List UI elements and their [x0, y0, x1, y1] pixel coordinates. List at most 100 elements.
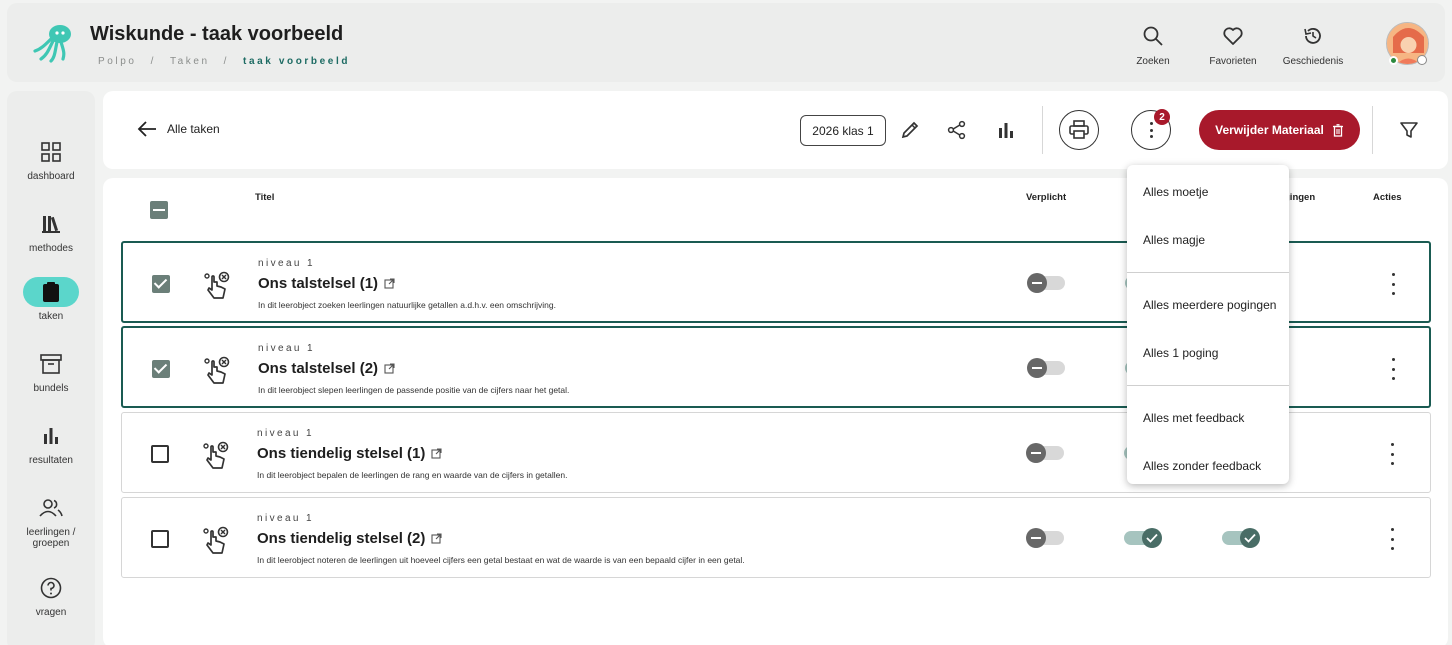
avatar-settings-icon[interactable] [1417, 55, 1427, 65]
row-actions-icon[interactable] [1389, 273, 1397, 295]
task-description: In dit leerobject bepalen de leerlingen … [257, 470, 568, 480]
statistics-button[interactable] [994, 118, 1018, 142]
interactive-exercise-icon [204, 271, 230, 299]
sidebar: dashboard methodes taken bundels resulta… [7, 91, 95, 645]
back-link[interactable]: Alle taken [137, 121, 220, 137]
column-header-actions: Acties [1373, 192, 1402, 203]
history-button[interactable]: Geschiedenis [1273, 25, 1353, 67]
external-link-icon[interactable] [431, 448, 442, 459]
task-description: In dit leerobject slepen leerlingen de p… [258, 385, 570, 395]
clipboard-icon [43, 282, 59, 302]
required-toggle[interactable] [1027, 358, 1065, 378]
external-link-icon[interactable] [431, 533, 442, 544]
top-bar: Wiskunde - taak voorbeeld Polpo / Taken / ta… [7, 3, 1445, 82]
task-description: In dit leerobject noteren de leerlingen … [257, 555, 745, 565]
sidebar-item-taken[interactable]: taken [7, 277, 95, 322]
kebab-icon [1147, 122, 1155, 138]
search-icon [1143, 26, 1163, 46]
menu-item-alles-magje[interactable]: Alles magje [1143, 233, 1205, 247]
menu-item-alles-moetje[interactable]: Alles moetje [1143, 185, 1208, 199]
external-link-icon[interactable] [384, 278, 395, 289]
toolbar: Alle taken 2026 klas 1 2 Verwijder Mater… [103, 91, 1448, 169]
interactive-exercise-icon [203, 441, 229, 469]
share-icon [947, 120, 966, 140]
check-icon [1146, 533, 1158, 543]
search-button[interactable]: Zoeken [1113, 25, 1193, 67]
level-label: niveau 1 [258, 258, 316, 269]
task-title[interactable]: Ons tiendelig stelsel (1) [257, 445, 442, 462]
interactive-exercise-icon [203, 526, 229, 554]
delete-material-button[interactable]: Verwijder Materiaal [1199, 110, 1360, 150]
task-title[interactable]: Ons tiendelig stelsel (2) [257, 530, 442, 547]
favorites-button[interactable]: Favorieten [1193, 25, 1273, 67]
level-label: niveau 1 [258, 343, 316, 354]
task-title[interactable]: Ons talstelsel (2) [258, 360, 395, 377]
menu-divider [1127, 385, 1289, 386]
row-checkbox[interactable] [152, 360, 170, 378]
sidebar-item-bundels[interactable]: bundels [7, 349, 95, 394]
row-checkbox[interactable] [152, 275, 170, 293]
trash-icon [1332, 123, 1343, 137]
task-title[interactable]: Ons talstelsel (1) [258, 275, 395, 292]
history-icon [1304, 28, 1321, 44]
users-icon [39, 499, 63, 517]
level-label: niveau 1 [257, 428, 315, 439]
attempts-toggle[interactable] [1124, 528, 1162, 548]
external-link-icon[interactable] [384, 363, 395, 374]
class-chip[interactable]: 2026 klas 1 [800, 115, 886, 146]
breadcrumb-taken[interactable]: Taken [170, 56, 210, 67]
online-status-icon [1389, 56, 1398, 65]
required-toggle[interactable] [1027, 273, 1065, 293]
sidebar-item-vragen[interactable]: vragen [7, 573, 95, 618]
sidebar-item-dashboard[interactable]: dashboard [7, 137, 95, 182]
column-header-title[interactable]: Titel [255, 192, 274, 203]
arrow-left-icon [137, 121, 156, 137]
level-label: niveau 1 [257, 513, 315, 524]
column-header-required[interactable]: Verplicht [1026, 192, 1066, 203]
heart-icon [1223, 27, 1243, 45]
edit-button[interactable] [898, 118, 922, 142]
required-toggle[interactable] [1026, 443, 1064, 463]
help-icon [40, 577, 62, 599]
selection-count-badge: 2 [1154, 109, 1170, 125]
feedback-toggle[interactable] [1222, 528, 1260, 548]
bar-chart-icon [999, 123, 1013, 138]
menu-item-alles-zonder-feedback[interactable]: Alles zonder feedback [1143, 459, 1261, 473]
pencil-icon [901, 121, 919, 139]
filter-button[interactable] [1397, 118, 1421, 142]
task-description: In dit leerobject zoeken leerlingen natu… [258, 300, 556, 310]
bar-chart-icon [44, 428, 58, 444]
breadcrumb-current: taak voorbeeld [243, 56, 351, 67]
sidebar-item-methodes[interactable]: methodes [7, 209, 95, 254]
row-actions-icon[interactable] [1388, 443, 1396, 465]
toolbar-divider [1042, 106, 1043, 154]
row-checkbox[interactable] [151, 445, 169, 463]
sidebar-item-resultaten[interactable]: resultaten [7, 421, 95, 466]
row-actions-icon[interactable] [1388, 528, 1396, 550]
menu-divider [1127, 272, 1289, 273]
print-button[interactable] [1059, 110, 1099, 150]
bulk-actions-menu: Alles moetje Alles magje Alles meerdere … [1127, 165, 1289, 484]
table-row[interactable]: niveau 1 Ons tiendelig stelsel (2) In di… [121, 497, 1431, 578]
printer-icon [1069, 120, 1089, 139]
dashboard-icon [41, 142, 61, 162]
menu-item-alles-1-poging[interactable]: Alles 1 poging [1143, 346, 1218, 360]
check-icon [1244, 533, 1256, 543]
sidebar-item-leerlingen[interactable]: leerlingen / groepen [7, 493, 95, 549]
select-all-checkbox[interactable] [150, 201, 168, 219]
row-checkbox[interactable] [151, 530, 169, 548]
breadcrumb-polpo[interactable]: Polpo [98, 56, 137, 67]
books-icon [42, 216, 60, 233]
menu-item-alles-meerdere-pogingen[interactable]: Alles meerdere pogingen [1143, 298, 1276, 312]
octopus-logo-icon[interactable] [33, 23, 75, 63]
toolbar-divider [1372, 106, 1373, 154]
filter-icon [1400, 122, 1418, 138]
page-title: Wiskunde - taak voorbeeld [90, 23, 344, 45]
breadcrumb: Polpo / Taken / taak voorbeeld [98, 56, 351, 67]
row-actions-icon[interactable] [1389, 358, 1397, 380]
required-toggle[interactable] [1026, 528, 1064, 548]
share-button[interactable] [945, 118, 969, 142]
archive-icon [40, 354, 62, 374]
menu-item-alles-met-feedback[interactable]: Alles met feedback [1143, 411, 1244, 425]
interactive-exercise-icon [204, 356, 230, 384]
